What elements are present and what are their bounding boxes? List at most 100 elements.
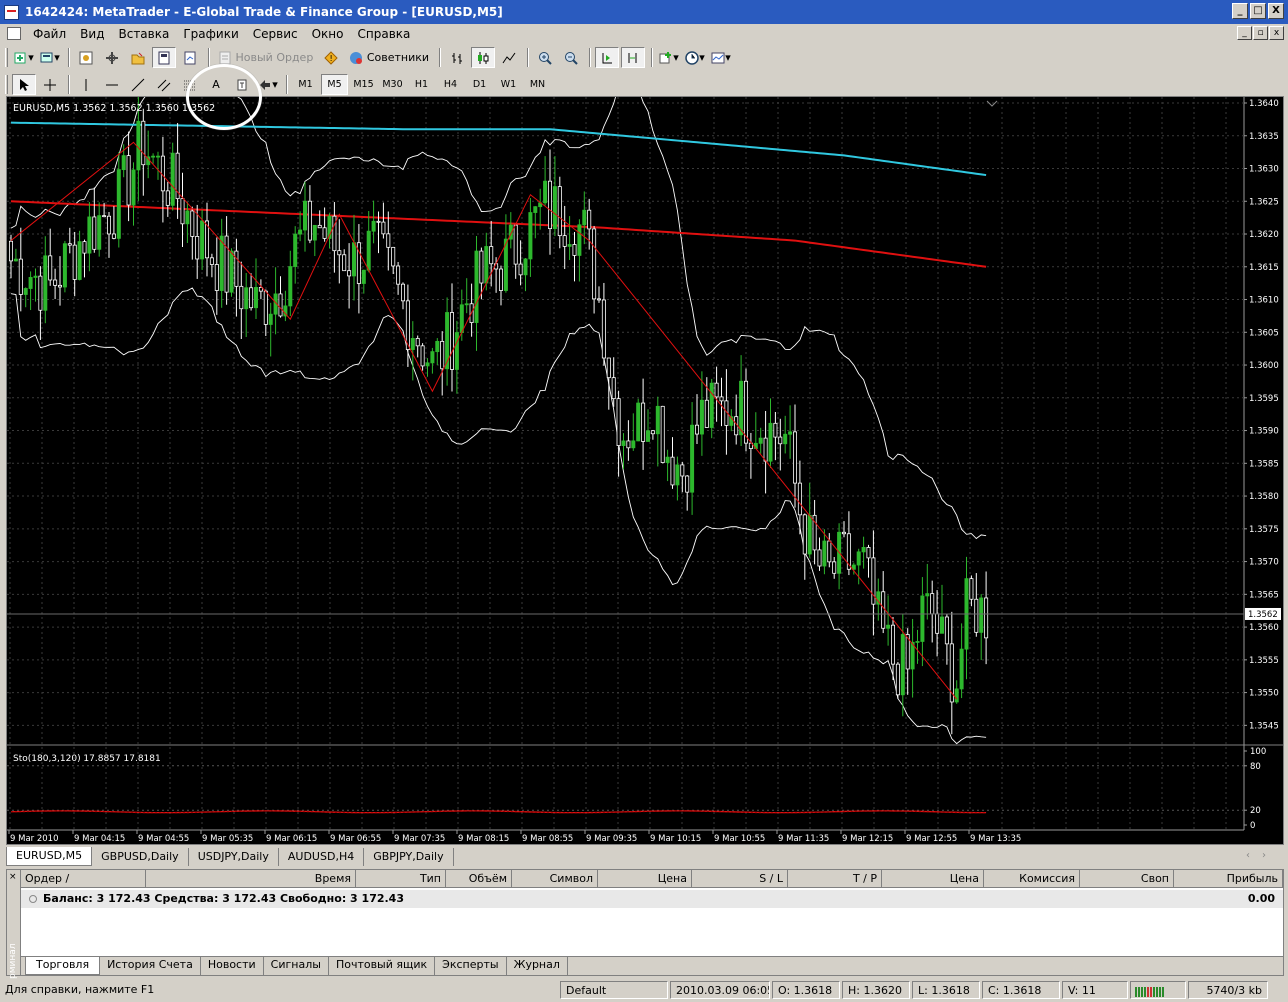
chart-tab-eurusd[interactable]: EURUSD,M5 xyxy=(6,847,93,866)
candle-body xyxy=(371,220,376,232)
candle-body xyxy=(43,255,48,311)
col-price[interactable]: Цена xyxy=(598,870,692,888)
tab-trade[interactable]: Торговля xyxy=(25,957,101,975)
candle-body xyxy=(548,180,553,229)
menu-window[interactable]: Окно xyxy=(305,27,351,41)
chart-restore-button[interactable]: ▫ xyxy=(1253,26,1268,40)
col-commission[interactable]: Комиссия xyxy=(984,870,1080,888)
cursor-icon[interactable] xyxy=(12,74,36,95)
menu-insert[interactable]: Вставка xyxy=(111,27,176,41)
tf-m5[interactable]: M5 xyxy=(321,74,348,95)
chart-shift-icon[interactable] xyxy=(621,47,646,68)
auto-scroll-icon[interactable] xyxy=(595,47,620,68)
chart-minimize-button[interactable]: _ xyxy=(1237,26,1252,40)
indicators-icon[interactable]: ▾ xyxy=(657,47,681,68)
tf-h1[interactable]: H1 xyxy=(408,74,435,95)
tf-h4[interactable]: H4 xyxy=(437,74,464,95)
chart-close-button[interactable]: x xyxy=(1269,26,1284,40)
candle-body xyxy=(435,340,440,353)
menu-help[interactable]: Справка xyxy=(351,27,418,41)
candle-body xyxy=(954,688,959,703)
line-chart-icon[interactable] xyxy=(497,47,521,68)
candle-body xyxy=(288,266,293,307)
col-order[interactable]: Ордер / xyxy=(21,870,146,888)
horizontal-line-icon[interactable] xyxy=(100,74,124,95)
chart-tab-gbpusd[interactable]: GBPUSD,Daily xyxy=(92,848,189,866)
maximize-button[interactable]: □ xyxy=(1250,3,1266,19)
col-time[interactable]: Время xyxy=(146,870,356,888)
tf-d1[interactable]: D1 xyxy=(466,74,493,95)
terminal-icon[interactable] xyxy=(152,47,176,68)
trendline-icon[interactable] xyxy=(126,74,150,95)
price-chart[interactable]: 1.3640 1.3635 1.3630 1.3625 1.3620 1.3615 1.36… xyxy=(7,74,1283,844)
candle-body xyxy=(881,591,886,629)
tab-scroll-arrows[interactable]: ‹› xyxy=(1246,850,1278,861)
tab-journal[interactable]: Журнал xyxy=(507,957,568,975)
chart-tab-gbpjpy[interactable]: GBPJPY,Daily xyxy=(364,848,454,866)
data-window-icon[interactable] xyxy=(100,47,124,68)
tab-news[interactable]: Новости xyxy=(201,957,264,975)
candle-body xyxy=(479,250,484,284)
col-type[interactable]: Тип xyxy=(356,870,446,888)
col-swap[interactable]: Своп xyxy=(1080,870,1174,888)
tab-signals[interactable]: Сигналы xyxy=(264,957,329,975)
col-volume[interactable]: Объём xyxy=(446,870,512,888)
tf-m15[interactable]: M15 xyxy=(350,74,377,95)
col-profit[interactable]: Прибыль xyxy=(1174,870,1283,888)
periods-icon[interactable]: ▾ xyxy=(683,47,707,68)
menu-view[interactable]: Вид xyxy=(73,27,111,41)
menu-file[interactable]: Файл xyxy=(26,27,73,41)
expert-advisors-button[interactable]: Советники xyxy=(345,47,433,68)
candle-body xyxy=(552,186,557,229)
tab-account-history[interactable]: История Счета xyxy=(100,957,201,975)
candle-body xyxy=(268,313,273,325)
chart-tab-audusd[interactable]: AUDUSD,H4 xyxy=(279,848,365,866)
equidistant-channel-icon[interactable] xyxy=(152,74,176,95)
metaeditor-icon[interactable]: ! xyxy=(319,47,343,68)
tf-m30[interactable]: M30 xyxy=(379,74,406,95)
col-price-current[interactable]: Цена xyxy=(882,870,984,888)
tf-mn[interactable]: MN xyxy=(524,74,551,95)
candle-body xyxy=(861,547,866,553)
text-label-icon[interactable] xyxy=(230,74,254,95)
col-sl[interactable]: S / L xyxy=(692,870,788,888)
zoom-out-icon[interactable] xyxy=(559,47,583,68)
candle-body xyxy=(940,616,945,634)
templates-icon[interactable]: ▾ xyxy=(709,47,733,68)
strategy-tester-icon[interactable] xyxy=(178,47,202,68)
candle-body xyxy=(165,190,170,206)
candlestick-chart-icon[interactable] xyxy=(471,47,496,68)
candle-body xyxy=(342,254,347,272)
zoom-in-icon[interactable] xyxy=(533,47,557,68)
tab-mailbox[interactable]: Почтовый ящик xyxy=(329,957,436,975)
total-profit: 0.00 xyxy=(1247,892,1275,905)
chart-document-icon[interactable] xyxy=(7,27,21,40)
tf-m1[interactable]: M1 xyxy=(292,74,319,95)
close-terminal-icon[interactable]: × xyxy=(9,872,17,882)
crosshair-icon[interactable] xyxy=(38,74,62,95)
tf-w1[interactable]: W1 xyxy=(495,74,522,95)
close-button[interactable]: X xyxy=(1268,3,1284,19)
candle-body xyxy=(626,440,631,449)
col-symbol[interactable]: Символ xyxy=(512,870,598,888)
menu-charts[interactable]: Графики xyxy=(176,27,245,41)
menu-tools[interactable]: Сервис xyxy=(246,27,305,41)
arrows-icon[interactable]: ▾ xyxy=(256,74,280,95)
candle-body xyxy=(229,250,234,293)
chart-tab-usdjpy[interactable]: USDJPY,Daily xyxy=(189,848,279,866)
text-tool-icon[interactable]: A xyxy=(204,74,228,95)
tab-experts[interactable]: Эксперты xyxy=(435,957,507,975)
candle-body xyxy=(567,244,572,247)
fibonacci-icon[interactable] xyxy=(178,74,202,95)
new-chart-icon[interactable]: ▾ xyxy=(12,47,36,68)
balance-row[interactable]: Баланс: 3 172.43 Средства: 3 172.43 Своб… xyxy=(21,890,1283,908)
col-tp[interactable]: T / P xyxy=(788,870,882,888)
market-watch-icon[interactable] xyxy=(74,47,98,68)
vertical-line-icon[interactable] xyxy=(74,74,98,95)
profiles-icon[interactable]: ▾ xyxy=(38,47,62,68)
navigator-icon[interactable] xyxy=(126,47,150,68)
chart-window[interactable]: 1.3640 1.3635 1.3630 1.3625 1.3620 1.3615 1.36… xyxy=(6,74,1284,845)
bar-chart-icon[interactable] xyxy=(445,47,469,68)
new-order-button[interactable]: Новый Ордер xyxy=(214,47,317,68)
minimize-button[interactable]: _ xyxy=(1232,3,1248,19)
